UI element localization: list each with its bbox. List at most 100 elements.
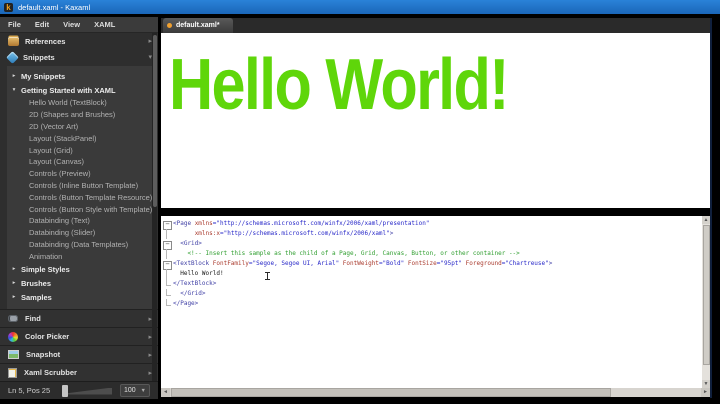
code-horizontal-scrollbar[interactable]: ◄ ► [161,388,710,397]
code-token-val: ="http://schemas.microsoft.com/winfx/200… [212,220,430,227]
tree-item-label: Animation [29,251,63,261]
tree-group-samples[interactable]: ▸ Samples [7,290,153,304]
tree-item-label: Layout (Grid) [29,145,73,155]
code-line[interactable]: </Page> [161,299,702,309]
xaml-code-editor[interactable]: <Page xmlns="http://schemas.microsoft.co… [161,216,710,388]
code-token-attr: FontFamily [212,260,249,267]
code-token-tag: </TextBlock> [173,280,217,287]
menu-item-file[interactable]: File [8,20,21,29]
scroll-up-icon[interactable]: ▲ [702,216,710,224]
menu-item-view[interactable]: View [63,20,80,29]
tree-item-databinding-text-[interactable]: Databinding (Text) [7,215,153,227]
code-line[interactable]: <Grid> [161,239,702,250]
zoom-level-dropdown[interactable]: 100 ▼ [120,384,150,397]
code-token-tag: <Grid> [173,240,202,247]
fold-marker-box[interactable] [161,259,173,270]
sidebar-scrollbar-thumb[interactable] [152,35,157,207]
cursor-position-status: Ln 5, Pos 25 [8,386,51,395]
snippets-icon [6,50,19,64]
code-token-val: ="Chartreuse" [501,260,549,267]
tree-item-label: Brushes [21,278,52,288]
tab-default-xaml[interactable]: default.xaml* [163,18,233,33]
tree-group-simple-styles[interactable]: ▸ Simple Styles [7,262,153,276]
code-vscroll-thumb[interactable] [702,225,710,365]
tree-item-controls-inline-button-template-[interactable]: Controls (Inline Button Template) [7,180,153,192]
code-line[interactable]: <!-- Insert this sample as the child of … [161,249,702,259]
menu-item-xaml[interactable]: XAML [94,20,115,29]
triangle-right-icon[interactable]: ▸ [7,294,21,300]
sidebar-tool-find[interactable]: Find ▸ [0,309,158,327]
text-cursor-ibeam [265,272,270,280]
tree-item-label: Samples [21,292,52,302]
kaxaml-window: k default.xaml - Kaxaml File Edit View XAML… [0,0,720,404]
code-token-tag: > [548,260,553,267]
tree-item-label: 2D (Shapes and Brushes) [29,110,116,120]
code-line[interactable]: <Page xmlns="http://schemas.microsoft.co… [161,219,702,230]
tree-item-databinding-data-templates-[interactable]: Databinding (Data Templates) [7,239,153,251]
zoom-slider-track[interactable] [68,387,112,395]
fold-marker-corner [161,279,173,289]
code-line[interactable]: </Grid> [161,289,702,299]
tree-item-animation[interactable]: Animation [7,250,153,262]
xaml-preview-pane: Hello World! [161,33,710,208]
triangle-down-icon[interactable]: ▾ [7,87,21,93]
code-line[interactable]: <TextBlock FontFamily="Segoe, Segoe UI, … [161,259,702,270]
sidebar-tools: Find ▸ Color Picker ▸ Snapshot ▸ Xaml Scrubber… [0,309,158,381]
code-token-val: ="http://schemas.microsoft.com/winfx/200… [219,230,390,237]
tree-item-2d-vector-art-[interactable]: 2D (Vector Art) [7,121,153,133]
tree-item-controls-preview-[interactable]: Controls (Preview) [7,168,153,180]
code-token-attr: FontWeight [339,260,379,267]
triangle-right-icon[interactable]: ▸ [7,73,21,79]
tree-item-2d-shapes-and-brushes-[interactable]: 2D (Shapes and Brushes) [7,109,153,121]
fold-marker-box[interactable] [161,219,173,230]
scroll-right-icon[interactable]: ► [701,388,710,397]
tree-group-my-snippets[interactable]: ▸ My Snippets [7,69,153,83]
references-label: References [25,36,66,46]
code-vertical-scrollbar[interactable]: ▲ ▼ [702,216,710,388]
code-line[interactable]: xmlns:x ="http://schemas.microsoft.com/wi… [161,229,702,239]
code-line[interactable]: Hello World! [161,269,702,279]
sidebar-item-snippets[interactable]: Snippets ▾ [0,49,158,65]
tool-label: Xaml Scrubber [24,368,77,377]
tree-item-controls-button-template-resource-[interactable]: Controls (Button Template Resource) [7,191,153,203]
tree-item-layout-stackpanel-[interactable]: Layout (StackPanel) [7,132,153,144]
code-token-tag: </Page> [173,300,199,307]
triangle-right-icon[interactable]: ▸ [7,266,21,272]
sidebar-tool-xaml-scrubber[interactable]: Xaml Scrubber ▸ [0,363,158,381]
code-token-val: ="95pt" [436,260,463,267]
sidebar-tool-snapshot[interactable]: Snapshot ▸ [0,345,158,363]
references-icon [8,36,19,46]
tree-item-label: My Snippets [21,71,66,81]
zoom-slider-thumb[interactable] [62,384,68,397]
code-token-val: ="Segoe, Segoe UI, Arial" [248,260,340,267]
fold-marker-box[interactable] [161,239,173,250]
tree-item-layout-grid-[interactable]: Layout (Grid) [7,144,153,156]
scroll-down-icon[interactable]: ▼ [702,380,710,388]
binoculars-icon [8,315,18,322]
sidebar-item-references[interactable]: References ▸ [0,33,158,49]
tree-item-label: Getting Started with XAML [21,85,116,95]
tree-item-label: Controls (Button Template Resource) [29,192,153,202]
tree-item-hello-world-textblock-[interactable]: Hello World (TextBlock) [7,97,153,109]
tree-item-databinding-slider-[interactable]: Databinding (Slider) [7,227,153,239]
code-hscroll-thumb[interactable] [171,388,611,397]
code-line[interactable]: </TextBlock> [161,279,702,289]
triangle-right-icon[interactable]: ▸ [7,280,21,286]
sidebar-scrollbar[interactable] [152,33,157,381]
dropdown-arrow-icon: ▼ [140,387,146,394]
tree-item-label: Simple Styles [21,264,70,274]
tree-group-brushes[interactable]: ▸ Brushes [7,276,153,290]
tool-label: Find [25,314,41,323]
fold-marker-corner [161,299,173,309]
scroll-left-icon[interactable]: ◄ [161,388,170,397]
tree-group-getting-started-with-xaml[interactable]: ▾ Getting Started with XAML [7,83,153,97]
tree-item-layout-canvas-[interactable]: Layout (Canvas) [7,156,153,168]
tree-item-label: Databinding (Slider) [29,228,96,238]
menu-item-edit[interactable]: Edit [35,20,49,29]
tree-item-controls-button-style-with-template-[interactable]: Controls (Button Style with Template) [7,203,153,215]
code-token-comment: <!-- Insert this sample as the child of … [173,250,520,257]
code-lines: <Page xmlns="http://schemas.microsoft.co… [161,219,702,309]
zoom-slider[interactable] [62,384,114,397]
sidebar-tool-color-picker[interactable]: Color Picker ▸ [0,327,158,345]
